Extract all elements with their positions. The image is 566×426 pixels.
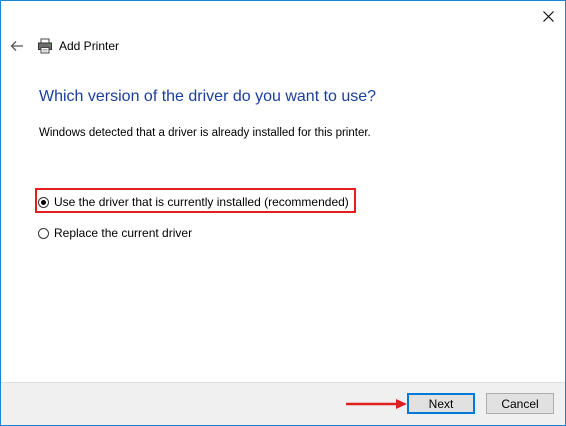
back-button[interactable] [8,37,26,55]
page-description: Windows detected that a driver is alread… [39,127,371,139]
close-icon [542,10,554,22]
printer-icon [38,38,52,54]
cancel-button[interactable]: Cancel [486,393,554,414]
radio-label-replace: Replace the current driver [54,226,193,240]
next-button[interactable]: Next [407,393,475,414]
radio-replace-driver[interactable]: Replace the current driver [38,222,192,244]
add-printer-dialog: Add Printer Which version of the driver … [0,0,566,426]
dialog-footer: Next Cancel [1,382,565,425]
page-heading: Which version of the driver do you want … [39,88,377,105]
annotation-highlight-box [35,188,356,213]
window-title: Add Printer [59,39,120,53]
red-arrow-icon [346,399,407,409]
close-button[interactable] [537,5,559,27]
back-arrow-icon [10,41,23,51]
radio-button-unselected[interactable] [38,227,49,239]
